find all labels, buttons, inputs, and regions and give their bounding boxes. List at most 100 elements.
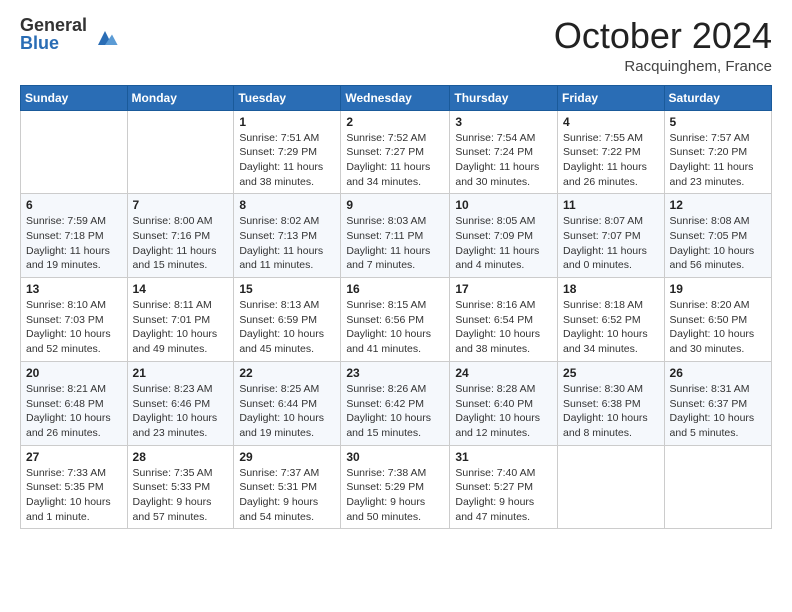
- calendar-cell: 13 Sunrise: 8:10 AM Sunset: 7:03 PM Dayli…: [21, 278, 128, 362]
- calendar-header-row: SundayMondayTuesdayWednesdayThursdayFrid…: [21, 85, 772, 110]
- day-number: 4: [563, 115, 659, 129]
- calendar-cell: 2 Sunrise: 7:52 AM Sunset: 7:27 PM Daylig…: [341, 110, 450, 194]
- calendar-cell: 29 Sunrise: 7:37 AM Sunset: 5:31 PM Dayli…: [234, 445, 341, 529]
- calendar-cell: 17 Sunrise: 8:16 AM Sunset: 6:54 PM Dayli…: [450, 278, 558, 362]
- day-number: 6: [26, 198, 122, 212]
- calendar-header-sunday: Sunday: [21, 85, 128, 110]
- day-number: 5: [670, 115, 766, 129]
- day-number: 13: [26, 282, 122, 296]
- day-number: 15: [239, 282, 335, 296]
- calendar-cell: 20Sunrise: 8:21 AM Sunset: 6:48 PM Dayli…: [21, 361, 128, 445]
- day-number: 9: [346, 198, 444, 212]
- calendar-cell: 10 Sunrise: 8:05 AM Sunset: 7:09 PM Dayli…: [450, 194, 558, 278]
- day-number: 10: [455, 198, 552, 212]
- day-info: Sunrise: 8:16 AM Sunset: 6:54 PM Dayligh…: [455, 298, 552, 357]
- calendar-cell: 19 Sunrise: 8:20 AM Sunset: 6:50 PM Dayli…: [664, 278, 771, 362]
- day-number: 19: [670, 282, 766, 296]
- calendar-cell: 18 Sunrise: 8:18 AM Sunset: 6:52 PM Dayli…: [558, 278, 665, 362]
- logo-text: General Blue: [20, 16, 87, 52]
- day-info: Sunrise: 8:03 AM Sunset: 7:11 PM Dayligh…: [346, 214, 444, 273]
- day-info: Sunrise: 8:28 AM Sunset: 6:40 PM Dayligh…: [455, 382, 552, 441]
- calendar-cell: 1 Sunrise: 7:51 AM Sunset: 7:29 PM Daylig…: [234, 110, 341, 194]
- day-number: 23: [346, 366, 444, 380]
- calendar-header-wednesday: Wednesday: [341, 85, 450, 110]
- calendar-week-1: 1 Sunrise: 7:51 AM Sunset: 7:29 PM Daylig…: [21, 110, 772, 194]
- calendar-week-3: 13 Sunrise: 8:10 AM Sunset: 7:03 PM Dayli…: [21, 278, 772, 362]
- calendar-cell: 3Sunrise: 7:54 AM Sunset: 7:24 PM Daylig…: [450, 110, 558, 194]
- day-number: 1: [239, 115, 335, 129]
- calendar-cell: 21 Sunrise: 8:23 AM Sunset: 6:46 PM Dayli…: [127, 361, 234, 445]
- day-info: Sunrise: 8:26 AM Sunset: 6:42 PM Dayligh…: [346, 382, 444, 441]
- day-number: 7: [133, 198, 229, 212]
- day-info: Sunrise: 8:05 AM Sunset: 7:09 PM Dayligh…: [455, 214, 552, 273]
- calendar-cell: 9 Sunrise: 8:03 AM Sunset: 7:11 PM Daylig…: [341, 194, 450, 278]
- day-info: Sunrise: 8:07 AM Sunset: 7:07 PM Dayligh…: [563, 214, 659, 273]
- day-info: Sunrise: 7:37 AM Sunset: 5:31 PM Dayligh…: [239, 466, 335, 525]
- day-number: 12: [670, 198, 766, 212]
- calendar-header-saturday: Saturday: [664, 85, 771, 110]
- day-info: Sunrise: 8:20 AM Sunset: 6:50 PM Dayligh…: [670, 298, 766, 357]
- day-info: Sunrise: 7:57 AM Sunset: 7:20 PM Dayligh…: [670, 131, 766, 190]
- logo-icon: [91, 24, 119, 52]
- logo-general: General: [20, 16, 87, 34]
- day-number: 31: [455, 450, 552, 464]
- calendar-cell: [21, 110, 128, 194]
- calendar-header-thursday: Thursday: [450, 85, 558, 110]
- calendar-table: SundayMondayTuesdayWednesdayThursdayFrid…: [20, 85, 772, 530]
- day-number: 3: [455, 115, 552, 129]
- calendar-cell: 6 Sunrise: 7:59 AM Sunset: 7:18 PM Daylig…: [21, 194, 128, 278]
- calendar-cell: 14Sunrise: 8:11 AM Sunset: 7:01 PM Dayli…: [127, 278, 234, 362]
- day-number: 17: [455, 282, 552, 296]
- day-number: 21: [133, 366, 229, 380]
- day-number: 27: [26, 450, 122, 464]
- calendar-cell: 23 Sunrise: 8:26 AM Sunset: 6:42 PM Dayli…: [341, 361, 450, 445]
- day-number: 2: [346, 115, 444, 129]
- calendar-cell: 22 Sunrise: 8:25 AM Sunset: 6:44 PM Dayli…: [234, 361, 341, 445]
- day-number: 26: [670, 366, 766, 380]
- day-info: Sunrise: 8:13 AM Sunset: 6:59 PM Dayligh…: [239, 298, 335, 357]
- day-info: Sunrise: 7:52 AM Sunset: 7:27 PM Dayligh…: [346, 131, 444, 190]
- day-number: 28: [133, 450, 229, 464]
- location: Racquinghem, France: [554, 58, 772, 75]
- day-number: 30: [346, 450, 444, 464]
- day-info: Sunrise: 7:51 AM Sunset: 7:29 PM Dayligh…: [239, 131, 335, 190]
- calendar-cell: 25Sunrise: 8:30 AM Sunset: 6:38 PM Dayli…: [558, 361, 665, 445]
- calendar-cell: 24 Sunrise: 8:28 AM Sunset: 6:40 PM Dayli…: [450, 361, 558, 445]
- day-number: 16: [346, 282, 444, 296]
- day-info: Sunrise: 8:15 AM Sunset: 6:56 PM Dayligh…: [346, 298, 444, 357]
- day-info: Sunrise: 7:40 AM Sunset: 5:27 PM Dayligh…: [455, 466, 552, 525]
- calendar-cell: 30 Sunrise: 7:38 AM Sunset: 5:29 PM Dayli…: [341, 445, 450, 529]
- day-number: 8: [239, 198, 335, 212]
- day-info: Sunrise: 7:55 AM Sunset: 7:22 PM Dayligh…: [563, 131, 659, 190]
- calendar-cell: [664, 445, 771, 529]
- page: General Blue October 2024 Racquinghem, F…: [0, 0, 792, 612]
- day-info: Sunrise: 8:18 AM Sunset: 6:52 PM Dayligh…: [563, 298, 659, 357]
- calendar-cell: 12Sunrise: 8:08 AM Sunset: 7:05 PM Dayli…: [664, 194, 771, 278]
- day-number: 29: [239, 450, 335, 464]
- day-info: Sunrise: 8:11 AM Sunset: 7:01 PM Dayligh…: [133, 298, 229, 357]
- day-info: Sunrise: 8:30 AM Sunset: 6:38 PM Dayligh…: [563, 382, 659, 441]
- calendar-cell: 31 Sunrise: 7:40 AM Sunset: 5:27 PM Dayli…: [450, 445, 558, 529]
- calendar-header-friday: Friday: [558, 85, 665, 110]
- day-number: 18: [563, 282, 659, 296]
- calendar-header-tuesday: Tuesday: [234, 85, 341, 110]
- day-info: Sunrise: 8:23 AM Sunset: 6:46 PM Dayligh…: [133, 382, 229, 441]
- day-info: Sunrise: 7:38 AM Sunset: 5:29 PM Dayligh…: [346, 466, 444, 525]
- logo-blue: Blue: [20, 34, 87, 52]
- day-number: 24: [455, 366, 552, 380]
- calendar-cell: 5 Sunrise: 7:57 AM Sunset: 7:20 PM Daylig…: [664, 110, 771, 194]
- day-number: 22: [239, 366, 335, 380]
- day-info: Sunrise: 7:59 AM Sunset: 7:18 PM Dayligh…: [26, 214, 122, 273]
- calendar-cell: 15 Sunrise: 8:13 AM Sunset: 6:59 PM Dayli…: [234, 278, 341, 362]
- calendar-cell: 11 Sunrise: 8:07 AM Sunset: 7:07 PM Dayli…: [558, 194, 665, 278]
- calendar-cell: 4 Sunrise: 7:55 AM Sunset: 7:22 PM Daylig…: [558, 110, 665, 194]
- day-info: Sunrise: 8:21 AM Sunset: 6:48 PM Dayligh…: [26, 382, 122, 441]
- calendar-cell: 27Sunrise: 7:33 AM Sunset: 5:35 PM Dayli…: [21, 445, 128, 529]
- day-info: Sunrise: 7:35 AM Sunset: 5:33 PM Dayligh…: [133, 466, 229, 525]
- day-info: Sunrise: 8:10 AM Sunset: 7:03 PM Dayligh…: [26, 298, 122, 357]
- calendar-week-5: 27Sunrise: 7:33 AM Sunset: 5:35 PM Dayli…: [21, 445, 772, 529]
- title-area: October 2024 Racquinghem, France: [554, 16, 772, 75]
- day-number: 11: [563, 198, 659, 212]
- calendar-cell: 8Sunrise: 8:02 AM Sunset: 7:13 PM Daylig…: [234, 194, 341, 278]
- day-info: Sunrise: 8:25 AM Sunset: 6:44 PM Dayligh…: [239, 382, 335, 441]
